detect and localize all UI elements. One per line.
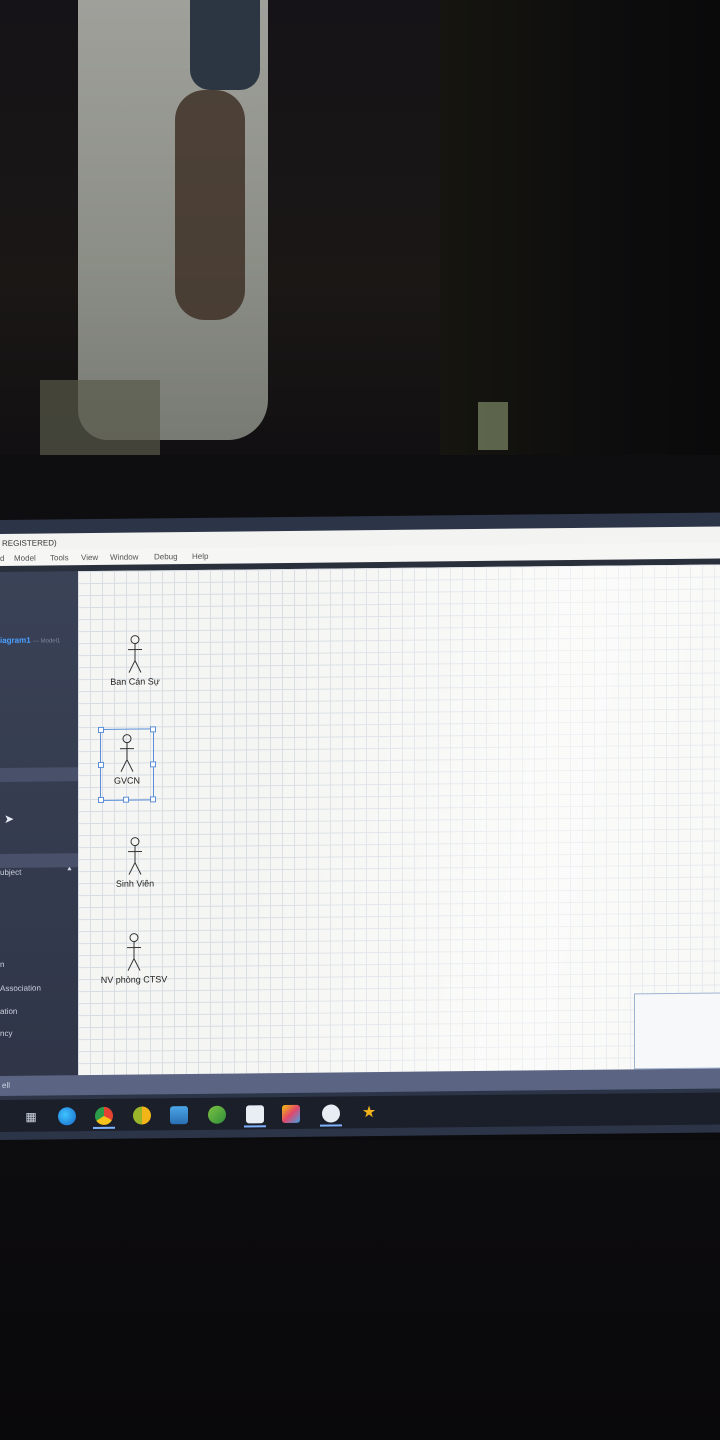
chrome-canary-icon[interactable] — [133, 1106, 151, 1125]
menu-item-window[interactable]: Window — [110, 553, 138, 562]
shirt-print — [190, 0, 260, 90]
photos-icon[interactable] — [170, 1106, 188, 1125]
diagram-tab[interactable]: iagram1 — Model1 — [0, 635, 60, 645]
active-indicator — [244, 1125, 266, 1128]
paint-icon[interactable] — [282, 1104, 300, 1124]
taskbar: ▦ ★ — [0, 1092, 720, 1132]
palette-item-dependency[interactable]: ncy — [0, 1029, 12, 1038]
resize-handle[interactable] — [98, 796, 104, 803]
background-light — [478, 402, 508, 450]
actor-label: Ban Cán Sự — [110, 676, 160, 687]
actor-icon — [128, 837, 142, 875]
monitor-screen: REGISTERED) d Model Tools View Window De… — [0, 512, 720, 1140]
resize-handle[interactable] — [98, 761, 104, 768]
resize-handle[interactable] — [150, 726, 156, 733]
menu-item-view[interactable]: View — [81, 553, 98, 562]
actor-label: GVCN — [113, 775, 140, 786]
actor-label: NV phòng CTSV — [100, 974, 168, 985]
xbox-icon[interactable] — [208, 1105, 226, 1124]
menu-item-model[interactable]: Model — [14, 554, 36, 563]
window-title: REGISTERED) — [2, 538, 57, 548]
palette-item-subject[interactable]: ubject — [0, 868, 21, 877]
menu-item-debug[interactable]: Debug — [154, 552, 178, 561]
actor-ban-can-su[interactable]: Ban Cán Sự — [100, 634, 170, 687]
status-text: ell — [2, 1080, 11, 1090]
palette-item-generalization[interactable]: ation — [0, 1007, 17, 1016]
resize-handle[interactable] — [98, 726, 104, 733]
desk-foreground — [0, 1140, 720, 1440]
actor-icon — [128, 635, 142, 673]
background-wall — [440, 0, 720, 470]
star-app-icon[interactable]: ★ — [360, 1104, 378, 1122]
task-view-icon[interactable]: ▦ — [22, 1108, 40, 1126]
menu-item-help[interactable]: Help — [192, 552, 208, 561]
diagram-tab-label: iagram1 — [0, 635, 31, 645]
actor-nv-phong-ctsv[interactable]: NV phòng CTSV — [92, 932, 176, 985]
sidebar-divider — [0, 767, 82, 782]
chat-icon[interactable] — [322, 1104, 340, 1123]
diagram-overview-panel[interactable] — [634, 992, 720, 1070]
actor-sinh-vien[interactable]: Sinh Viên — [100, 836, 170, 889]
active-indicator — [93, 1126, 115, 1130]
actor-gvcn[interactable]: GVCN — [98, 726, 156, 803]
palette-item-partial[interactable]: n — [0, 960, 4, 969]
screen-glare — [78, 564, 720, 1084]
actor-label: Sinh Viên — [115, 878, 155, 889]
background-box — [40, 380, 160, 460]
menu-item-model-partial[interactable]: d — [0, 554, 4, 563]
edge-icon[interactable] — [58, 1107, 76, 1126]
resize-handle[interactable] — [123, 796, 129, 803]
palette-item-association[interactable]: Association — [0, 984, 41, 993]
sidebar-divider — [0, 853, 82, 868]
resize-handle[interactable] — [150, 761, 156, 768]
actor-icon — [120, 734, 134, 772]
resize-handle[interactable] — [150, 796, 156, 803]
photo-background — [0, 0, 720, 525]
active-indicator — [320, 1124, 342, 1127]
menu-item-tools[interactable]: Tools — [50, 553, 69, 562]
sidebar: iagram1 — Model1 ➤ ▲ ubject n Associatio… — [0, 571, 82, 1100]
diagram-tab-model: — Model1 — [32, 638, 61, 645]
chrome-icon[interactable] — [95, 1106, 113, 1126]
pointer-tool-icon[interactable]: ➤ — [4, 812, 14, 826]
actor-icon — [127, 933, 141, 971]
person-arm — [175, 90, 245, 320]
cube-app-icon[interactable] — [246, 1105, 264, 1124]
